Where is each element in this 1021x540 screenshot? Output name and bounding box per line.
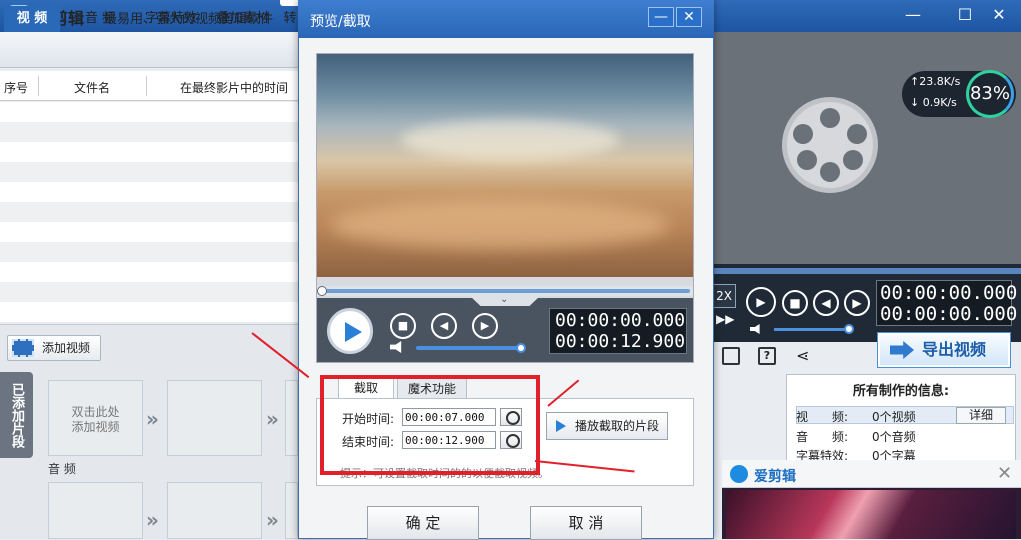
- video-cloud-highlight: [400, 120, 620, 160]
- reel-hole: [797, 150, 817, 170]
- ok-button[interactable]: 确 定: [367, 506, 479, 540]
- column-filename: 文件名: [74, 81, 111, 95]
- column-divider: [38, 76, 39, 96]
- main-volume-slider[interactable]: [774, 328, 848, 331]
- download-speed: ↓ 0.9K/s: [910, 96, 957, 109]
- table-row: [0, 282, 298, 302]
- add-video-hint: 双击此处 添加视频: [71, 405, 120, 434]
- table-row: [0, 302, 298, 322]
- next-arrow-icon: »: [146, 508, 159, 532]
- film-reel-icon: [782, 97, 878, 193]
- dialog-title: 预览/截取: [310, 14, 371, 30]
- next-arrow-icon: »: [146, 407, 159, 431]
- main-next-icon[interactable]: ▶: [844, 290, 870, 316]
- reel-hole: [793, 124, 813, 144]
- share-icon[interactable]: ⋖: [796, 346, 809, 365]
- promo-image[interactable]: [726, 490, 1016, 539]
- table-row: [0, 202, 298, 222]
- playback-speed-button[interactable]: 2X: [712, 284, 736, 308]
- dialog-minimize-button[interactable]: —: [648, 7, 674, 27]
- seek-thumb[interactable]: [317, 286, 327, 296]
- cancel-button[interactable]: 取 消: [530, 506, 642, 540]
- main-current-time: 00:00:00.000: [880, 282, 1018, 304]
- seek-track[interactable]: [324, 289, 690, 293]
- fast-forward-icon[interactable]: ▶▶: [716, 312, 734, 326]
- popup-title: 爱剪辑: [754, 469, 796, 485]
- column-time: 在最终影片中的时间: [180, 81, 289, 95]
- column-index: 序号: [4, 81, 29, 95]
- main-progress-bar[interactable]: [712, 268, 1021, 274]
- info-title: 所有制作的信息:: [852, 384, 950, 399]
- info-label-video: 视 频:: [796, 410, 849, 424]
- audio-slot[interactable]: [285, 482, 298, 539]
- save-icon[interactable]: [722, 347, 740, 365]
- table-row: [0, 182, 298, 202]
- play-icon[interactable]: [327, 308, 373, 354]
- audio-slot[interactable]: [167, 482, 262, 539]
- table-row: [0, 262, 298, 282]
- clip-slot[interactable]: [285, 380, 298, 456]
- audio-track-label: 音 频: [48, 462, 76, 476]
- table-row: [0, 102, 298, 122]
- info-value-audio: 0个音频: [872, 430, 916, 444]
- tab-transition[interactable]: 转: [282, 6, 298, 32]
- stop-icon[interactable]: ■: [390, 313, 416, 339]
- table-row: [0, 162, 298, 182]
- table-row: [0, 142, 298, 162]
- audio-slot[interactable]: [48, 482, 143, 539]
- reel-hole: [820, 162, 840, 182]
- table-row: [0, 222, 298, 242]
- window-close-button[interactable]: ✕: [986, 4, 1012, 26]
- tab-subtitle-effects[interactable]: 字幕特效: [136, 6, 206, 32]
- reel-hole: [843, 150, 863, 170]
- main-total-time: 00:00:00.000: [880, 303, 1018, 325]
- main-volume-thumb[interactable]: [844, 324, 854, 334]
- window-minimize-button[interactable]: —: [900, 4, 926, 26]
- tab-overlay[interactable]: 叠加素材: [208, 6, 278, 32]
- main-stop-icon[interactable]: ■: [782, 290, 808, 316]
- current-time: 00:00:00.000: [555, 310, 686, 331]
- cpu-usage-ring: 83%: [966, 70, 1014, 118]
- window-maximize-button[interactable]: ☐: [952, 4, 978, 26]
- video-cloud-layer: [330, 200, 670, 250]
- prev-frame-icon[interactable]: ◀: [431, 313, 457, 339]
- clip-slot[interactable]: [167, 380, 262, 456]
- help-icon[interactable]: ?: [758, 347, 776, 365]
- table-row: [0, 122, 298, 142]
- table-row: [0, 242, 298, 262]
- upload-speed: ↑23.8K/s: [910, 75, 961, 88]
- volume-thumb[interactable]: [516, 343, 526, 353]
- total-time: 00:00:12.900: [555, 331, 686, 352]
- info-label-audio: 音 频:: [796, 430, 849, 444]
- highlight-box: [320, 375, 540, 475]
- tab-video[interactable]: 视 频: [4, 6, 60, 32]
- play-segment-icon: [556, 420, 566, 432]
- next-arrow-icon: »: [266, 407, 279, 431]
- main-prev-icon[interactable]: ◀: [813, 290, 839, 316]
- volume-slider[interactable]: [416, 346, 520, 350]
- reel-hole: [820, 108, 840, 128]
- popup-close-icon[interactable]: ✕: [997, 463, 1012, 484]
- next-frame-icon[interactable]: ▶: [472, 313, 498, 339]
- info-value-video: 0个视频: [872, 410, 916, 424]
- chevron-down-icon[interactable]: ⌄: [500, 294, 508, 305]
- tab-audio[interactable]: 音 频: [70, 6, 130, 32]
- next-arrow-icon: »: [266, 508, 279, 532]
- main-tab-bar: [0, 32, 298, 68]
- main-play-icon[interactable]: ▶: [746, 287, 776, 317]
- column-divider: [146, 76, 147, 96]
- film-icon: [12, 339, 34, 357]
- reel-hole: [847, 124, 867, 144]
- added-clips-label[interactable]: 已添加片段: [0, 372, 33, 458]
- dialog-close-button[interactable]: ✕: [676, 7, 702, 27]
- detail-button[interactable]: 详细: [956, 407, 1006, 424]
- popup-logo-icon: [730, 465, 748, 483]
